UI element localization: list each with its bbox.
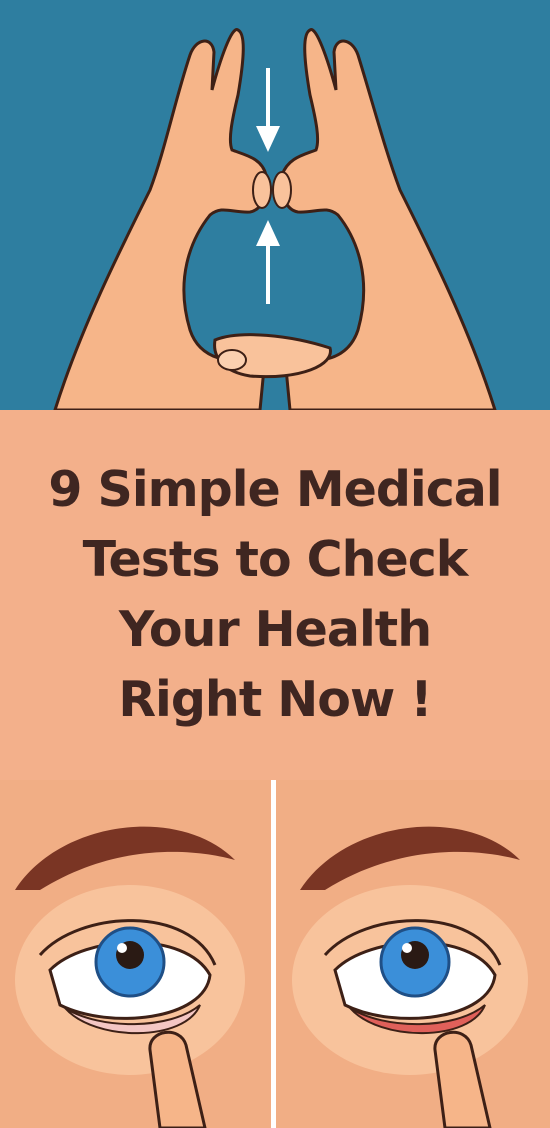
eye-lid-red-icon: [276, 780, 550, 1128]
eye-lid-pale-icon: [0, 780, 271, 1128]
title-line-1: 9 Simple Medical: [48, 461, 502, 518]
title-line-3: Your Health: [118, 601, 432, 658]
title-line-4: Right Now !: [118, 671, 432, 728]
eyes-illustration: [0, 780, 550, 1128]
hands-illustration: [0, 0, 550, 410]
title-line-2: Tests to Check: [82, 531, 469, 588]
arrow-down-icon: [256, 68, 280, 152]
eyes-comparison: [0, 780, 550, 1128]
arrow-up-icon: [256, 220, 280, 304]
hands-heart-icon: [53, 28, 497, 410]
divider: [271, 780, 276, 1128]
title-band: 9 Simple Medical Tests to Check Your Hea…: [0, 410, 550, 780]
